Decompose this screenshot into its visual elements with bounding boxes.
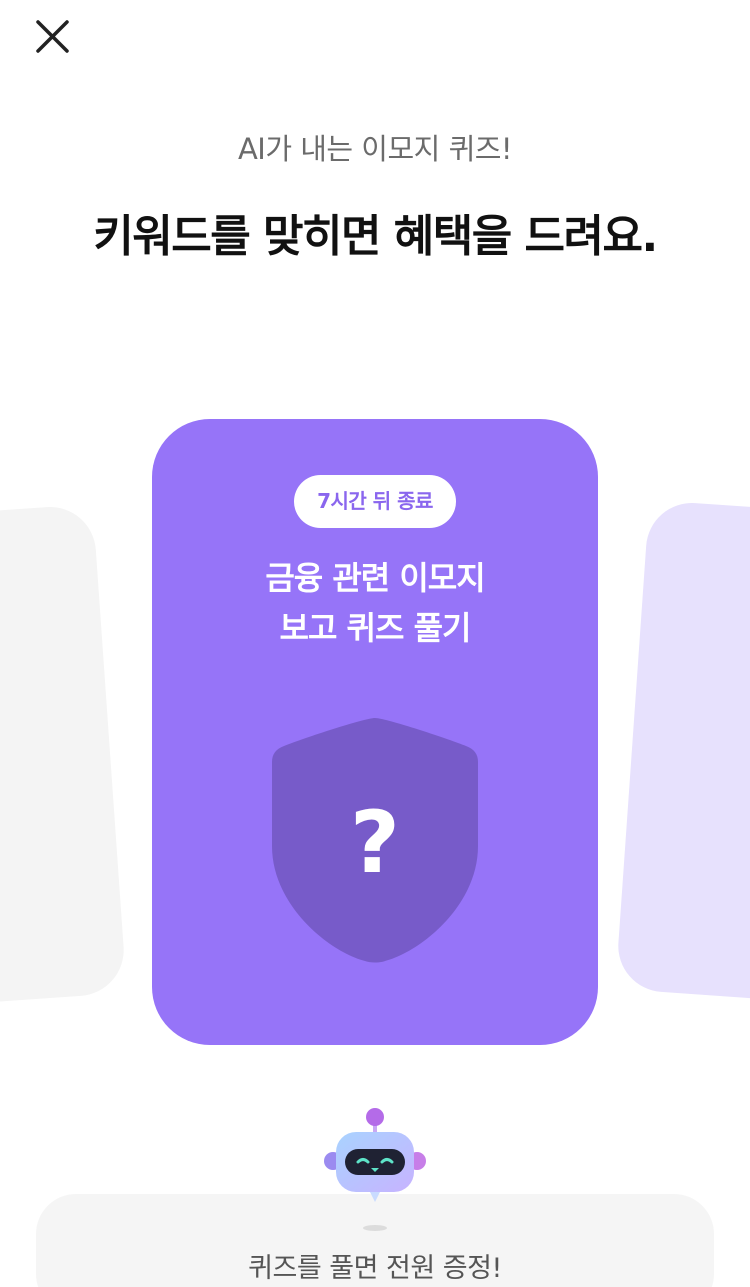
quiz-card-title-line-1: 금융 관련 이모지 <box>265 559 485 597</box>
shield-question-icon: ? <box>272 718 478 963</box>
timer-badge: 7시간 뒤 종료 <box>294 475 456 528</box>
previous-quiz-card[interactable] <box>0 503 127 1011</box>
robot-mascot-icon <box>324 1108 426 1231</box>
close-icon <box>36 20 69 53</box>
next-quiz-card[interactable] <box>615 499 750 1007</box>
quiz-intro-screen: AI가 내는 이모지 퀴즈! 키워드를 맞히면 혜택을 드려요. 7시간 뒤 종… <box>0 0 750 1287</box>
intro-headline: 키워드를 맞히면 혜택을 드려요. <box>93 211 658 262</box>
close-button[interactable] <box>28 14 76 62</box>
intro-subtitle: AI가 내는 이모지 퀴즈! <box>237 132 513 166</box>
reward-message: 퀴즈를 풀면 전원 증정! <box>248 1253 502 1284</box>
quiz-card[interactable]: 7시간 뒤 종료 금융 관련 이모지 보고 퀴즈 풀기 ? <box>152 419 598 1045</box>
quiz-card-title: 금융 관련 이모지 보고 퀴즈 풀기 <box>152 553 598 653</box>
question-mark-glyph: ? <box>350 793 400 893</box>
quiz-card-title-line-2: 보고 퀴즈 풀기 <box>279 609 472 647</box>
